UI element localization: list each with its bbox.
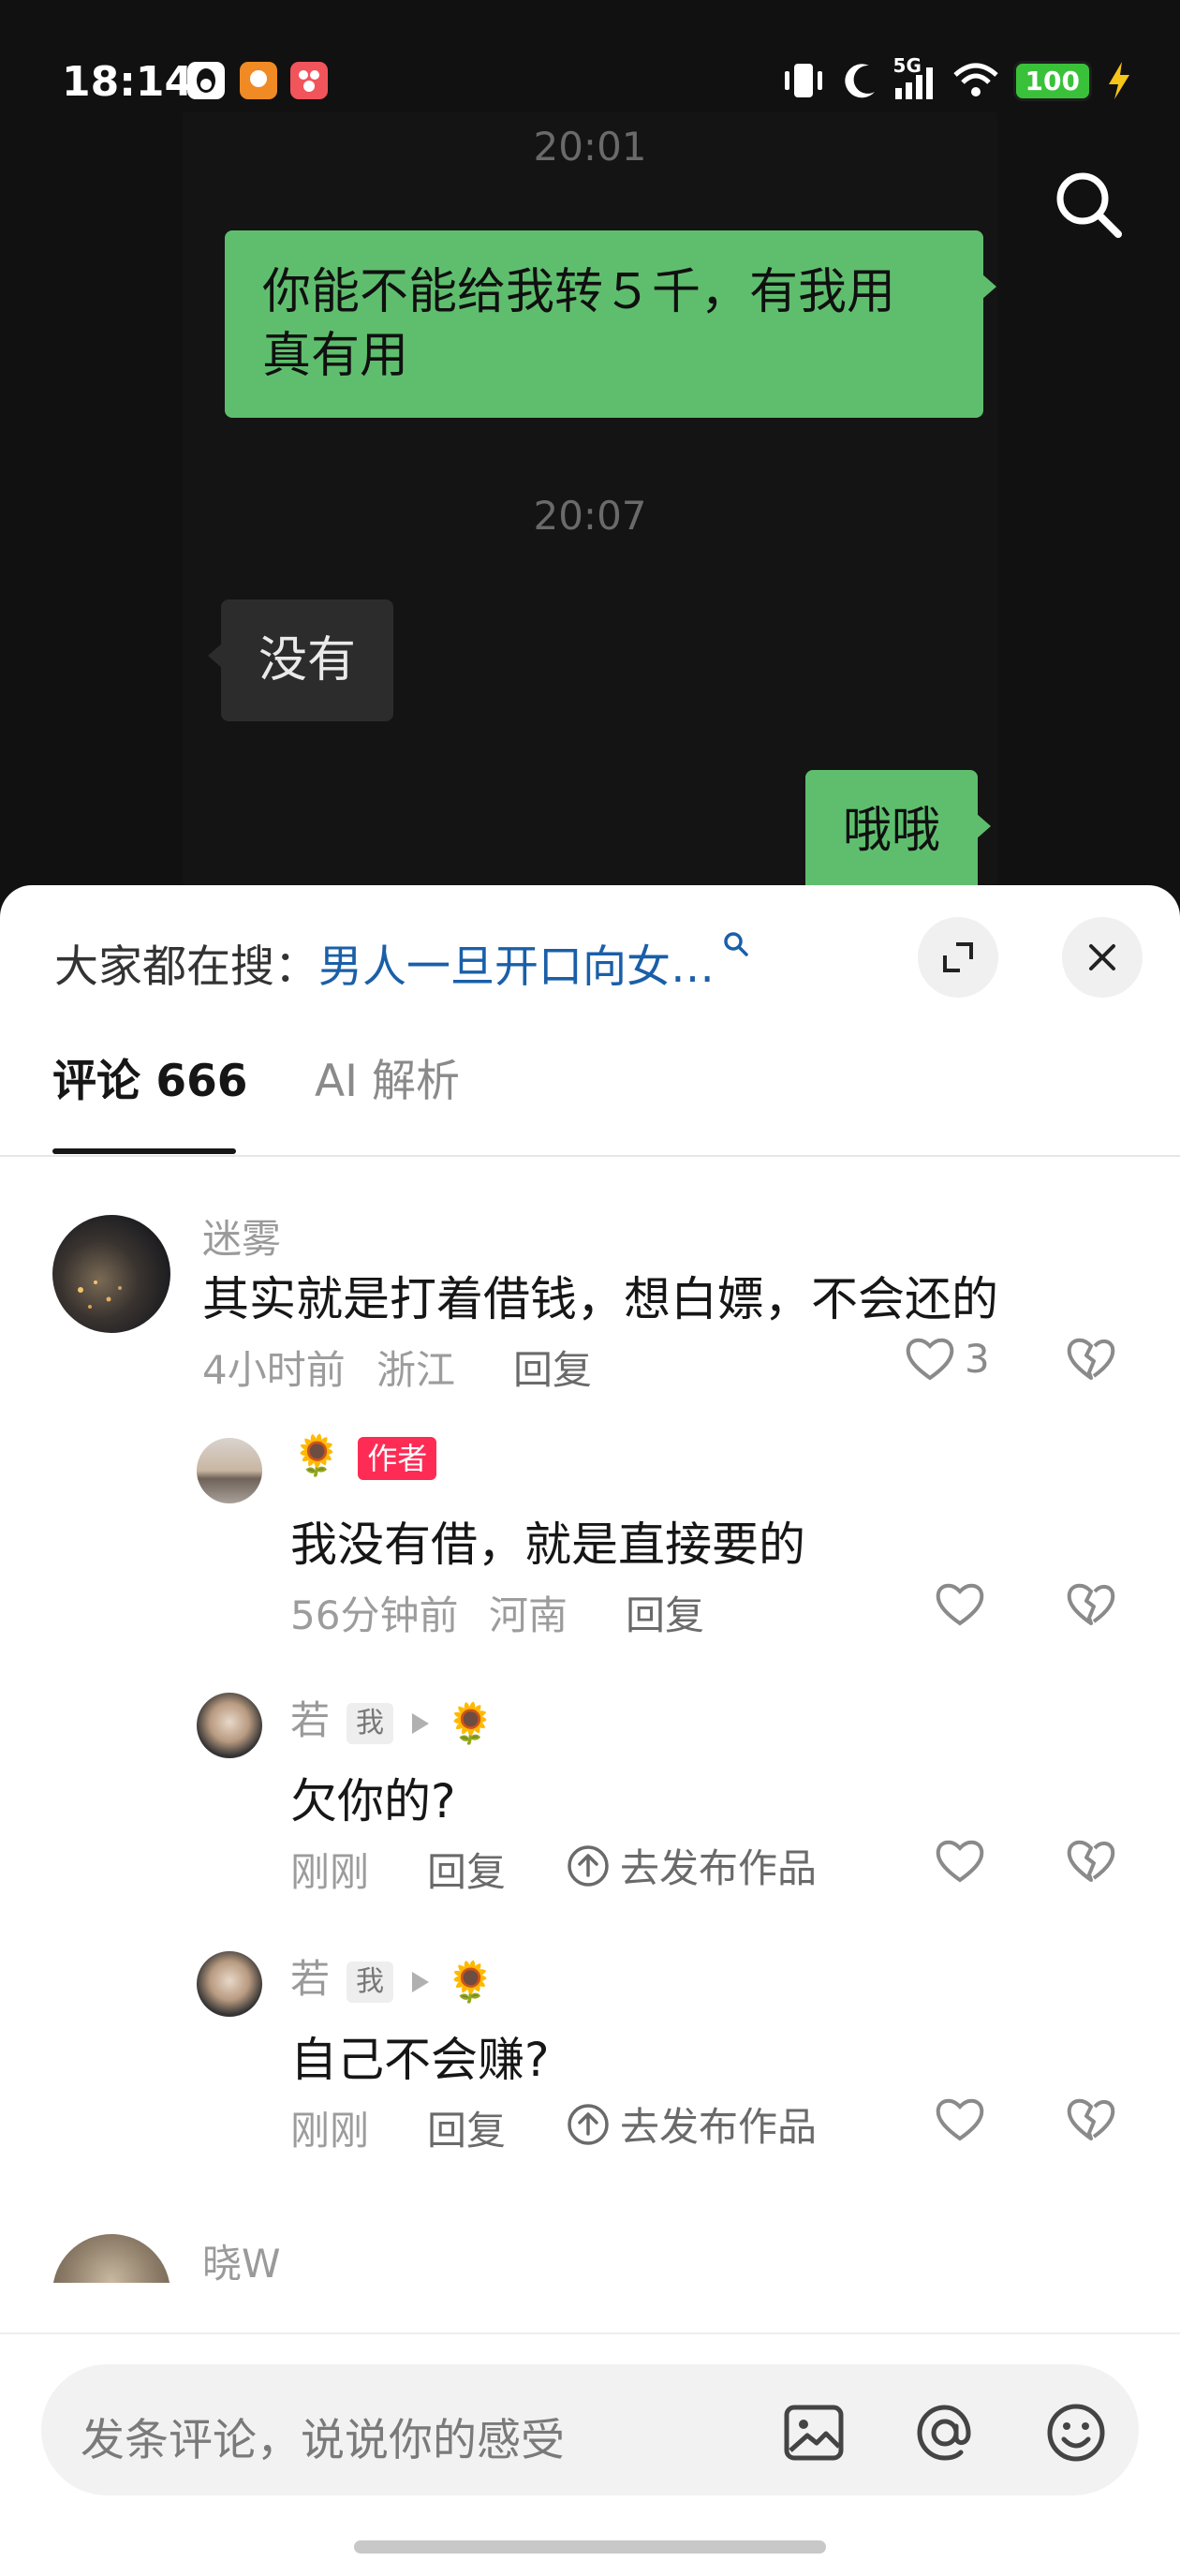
comment-tabs: 评论 666 AI 解析	[0, 1044, 1180, 1157]
reply-button[interactable]: 回复	[427, 1841, 506, 1898]
comment-input[interactable]: 发条评论，说说你的感受	[41, 2364, 1139, 2495]
heart-icon	[906, 1338, 954, 1381]
comment-time: 56分钟前	[290, 1592, 459, 1638]
publish-label: 去发布作品	[620, 1845, 818, 1891]
avatar[interactable]	[52, 2234, 170, 2283]
home-indicator[interactable]	[354, 2540, 826, 2554]
broken-heart-icon	[1067, 2098, 1115, 2140]
like-button[interactable]	[933, 2092, 987, 2146]
chat-bubble-sent: 哦哦	[805, 770, 992, 892]
video-player[interactable]: 18:14 5G 100 20:01 你能不能给我转５千，有我用 真有用 20:…	[0, 0, 1180, 899]
comment-author[interactable]: 🌻 作者	[292, 1432, 437, 1480]
author-name: 若	[290, 1697, 331, 1743]
dislike-button[interactable]	[1064, 1577, 1118, 1635]
comment-time: 刚刚	[290, 2108, 370, 2154]
comment-input-placeholder: 发条评论，说说你的感受	[81, 2415, 565, 2466]
status-time: 18:14	[62, 58, 194, 106]
avatar[interactable]	[52, 1215, 170, 1333]
me-badge: 我	[347, 1961, 394, 2003]
trending-query[interactable]: 男人一旦开口向女…	[318, 941, 715, 993]
upload-icon	[568, 1844, 609, 1887]
chat-bubble-text: 你能不能给我转５千，有我用	[262, 264, 896, 320]
comment-author[interactable]: 迷雾	[202, 1207, 281, 1265]
charging-icon	[1109, 62, 1129, 99]
broken-heart-icon	[1067, 1338, 1115, 1380]
battery-indicator: 100	[1012, 60, 1092, 101]
me-badge: 我	[347, 1702, 394, 1744]
comment-time: 刚刚	[290, 1849, 370, 1895]
author-badge: 作者	[358, 1436, 437, 1480]
heart-icon	[936, 1840, 984, 1883]
search-icon[interactable]	[1049, 165, 1128, 244]
comment-list: 迷雾 其实就是打着借钱，想白嫖，不会还的 4小时前 浙江 回复 3 🌻 作者 我没…	[0, 1159, 1180, 2283]
reply-arrow-icon	[412, 1971, 430, 1992]
reply-button[interactable]: 回复	[513, 1339, 592, 1396]
close-button[interactable]	[1062, 917, 1143, 998]
avatar[interactable]	[197, 1438, 262, 1503]
at-mention-icon[interactable]	[910, 2398, 980, 2467]
comment-text[interactable]: 欠你的?	[290, 1764, 456, 1831]
publish-label: 去发布作品	[620, 2104, 818, 2150]
signal-icon: 5G	[893, 54, 938, 101]
comment-time: 4小时前	[202, 1347, 346, 1393]
vibrate-icon	[784, 64, 822, 97]
trending-search[interactable]: 大家都在搜：男人一旦开口向女…	[54, 930, 750, 995]
like-button[interactable]	[933, 1833, 987, 1888]
tab-ai-analysis[interactable]: AI 解析	[315, 1044, 460, 1109]
comment-text[interactable]: 我没有借，就是直接要的	[290, 1507, 805, 1575]
dislike-button[interactable]	[1064, 2092, 1118, 2150]
app-icon-red	[290, 62, 328, 99]
expand-button[interactable]	[918, 917, 998, 998]
like-button[interactable]	[933, 1577, 987, 1631]
author-name: 若	[290, 1956, 331, 2002]
avatar[interactable]	[197, 1951, 262, 2017]
like-count: 3	[965, 1335, 990, 1382]
comment-input-bar: 发条评论，说说你的感受	[0, 2332, 1180, 2576]
chat-bubble-sent: 你能不能给我转５千，有我用 真有用	[225, 230, 996, 418]
active-tab-indicator	[52, 1148, 236, 1154]
comment-author[interactable]: 晓W	[202, 2232, 281, 2283]
broken-heart-icon	[1067, 1583, 1115, 1625]
reply-target[interactable]: 🌻	[446, 1700, 494, 1747]
dislike-button[interactable]	[1064, 1833, 1118, 1891]
reply-button[interactable]: 回复	[427, 2099, 506, 2156]
reply-target[interactable]: 🌻	[446, 1959, 494, 2006]
app-icon-orange	[240, 62, 277, 99]
like-button[interactable]: 3	[903, 1331, 990, 1385]
chat-bubble-text: 真有用	[262, 328, 409, 384]
heart-icon	[936, 1583, 984, 1626]
comment-location: 浙江	[376, 1347, 456, 1393]
broken-heart-icon	[1067, 1840, 1115, 1882]
author-name: 🌻	[292, 1432, 342, 1478]
reply-arrow-icon	[412, 1712, 430, 1734]
chat-bubble-received: 没有	[207, 600, 394, 721]
tab-comments[interactable]: 评论 666	[52, 1044, 247, 1109]
dislike-button[interactable]	[1064, 1331, 1118, 1389]
comment-author[interactable]: 若我 🌻	[290, 1947, 494, 2006]
publish-work-button[interactable]: 去发布作品	[566, 2095, 817, 2153]
comment-sheet: 大家都在搜：男人一旦开口向女… 评论 666 AI 解析 迷雾 其实就是打着借钱…	[0, 885, 1180, 2576]
close-icon	[1089, 944, 1115, 970]
comment-text[interactable]: 其实就是打着借钱，想白嫖，不会还的	[202, 1262, 998, 1329]
comment-location: 河南	[489, 1592, 568, 1638]
chat-timestamp: 20:01	[533, 124, 647, 170]
small-search-icon	[724, 932, 748, 956]
status-icons: 5G 100	[779, 54, 1133, 101]
trending-prefix: 大家都在搜：	[54, 941, 318, 993]
expand-icon	[943, 942, 973, 972]
emoji-icon[interactable]	[1041, 2398, 1111, 2467]
qq-icon	[187, 62, 225, 99]
clipped-previous-comment	[290, 1159, 393, 1164]
moon-icon	[844, 64, 875, 98]
heart-icon	[936, 2098, 984, 2141]
comment-author[interactable]: 若我 🌻	[290, 1689, 494, 1747]
publish-work-button[interactable]: 去发布作品	[566, 1837, 817, 1894]
image-icon[interactable]	[779, 2398, 848, 2467]
chat-timestamp: 20:07	[533, 493, 647, 539]
reply-button[interactable]: 回复	[626, 1584, 704, 1641]
wifi-icon	[952, 63, 998, 96]
comment-text[interactable]: 自己不会赚?	[290, 2022, 550, 2090]
upload-icon	[568, 2103, 609, 2145]
avatar[interactable]	[197, 1693, 262, 1758]
